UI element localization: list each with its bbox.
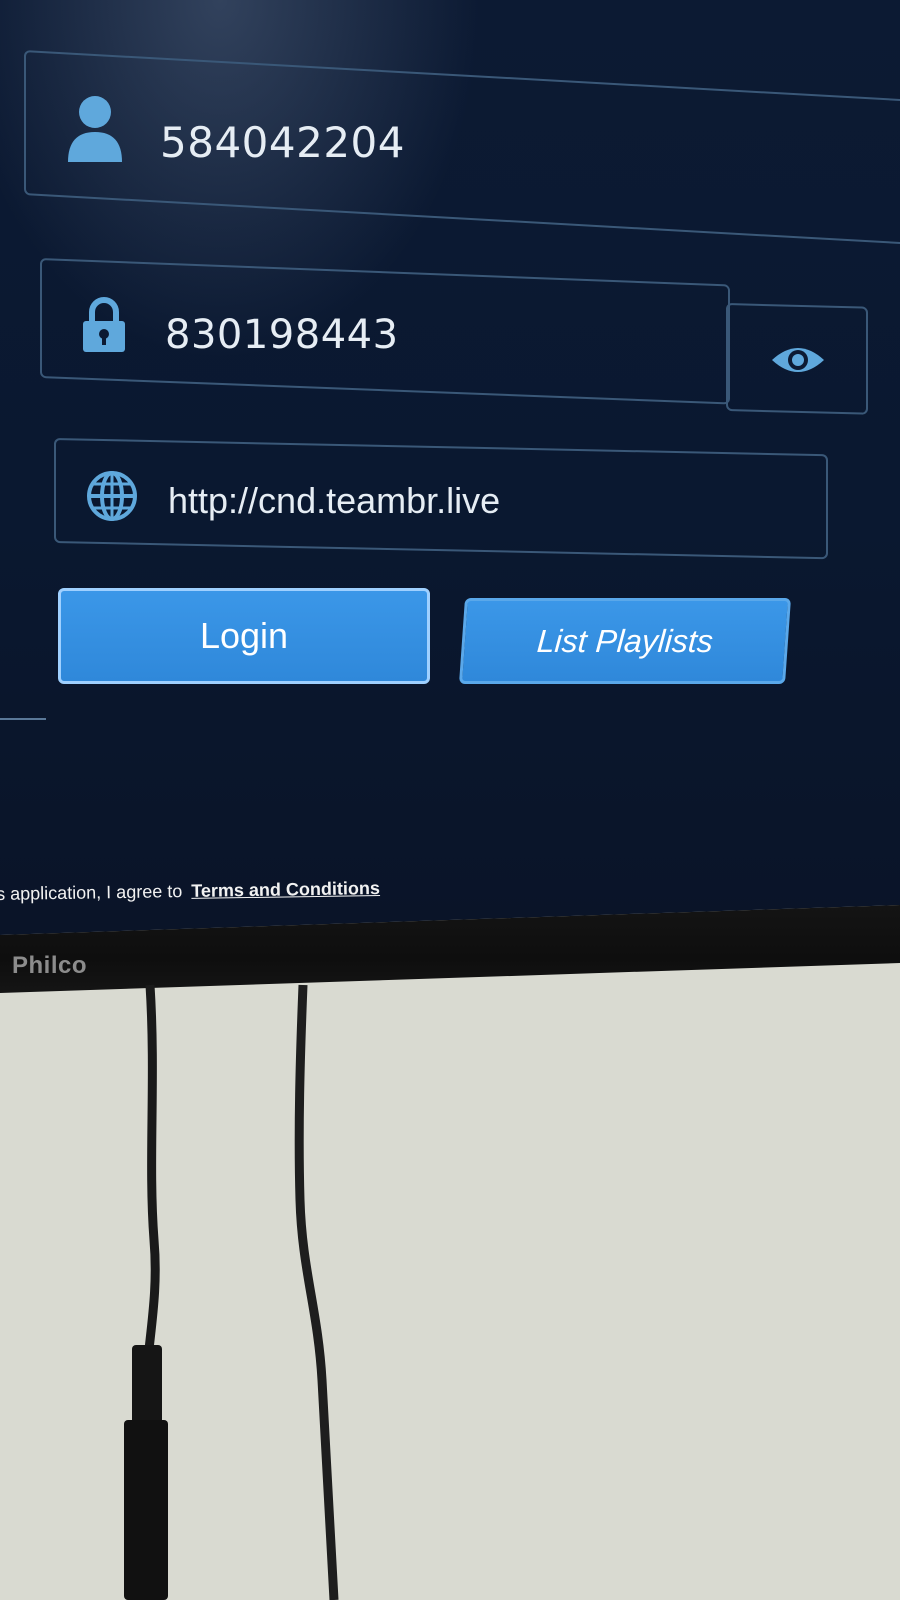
cables	[124, 984, 339, 1600]
photo-scene: 584042204 830198443 http://cnd.teambr.li…	[0, 0, 900, 1600]
